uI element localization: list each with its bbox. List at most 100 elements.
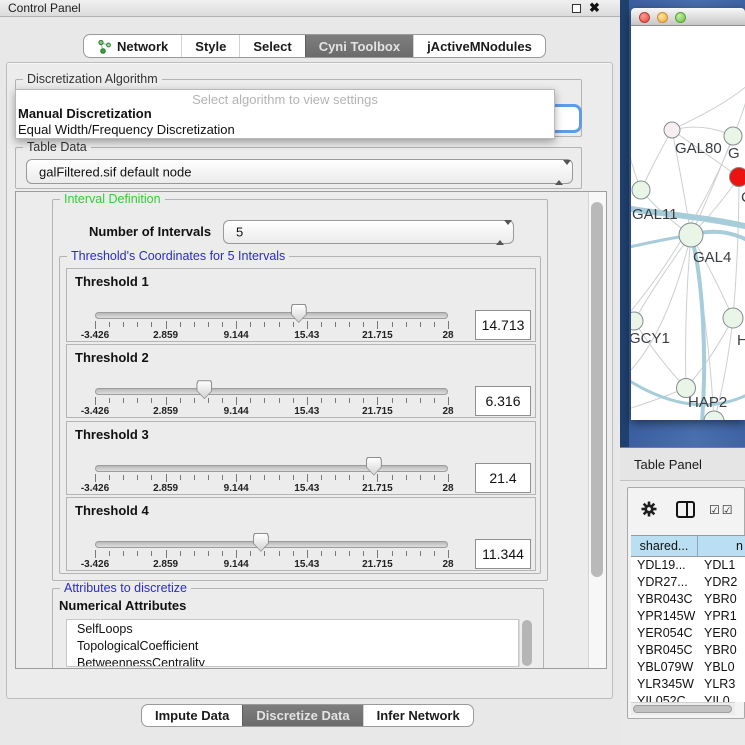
table-row[interactable]: YIL052CYIL0 (631, 693, 745, 702)
slider-track[interactable] (95, 465, 448, 472)
algorithm-dropdown-popup: Select algorithm to view settings Manual… (15, 89, 555, 139)
tab-network[interactable]: Network (84, 35, 181, 57)
tab-jactivemnodules[interactable]: jActiveMNodules (413, 35, 545, 57)
attributes-list-scrollbar[interactable] (519, 619, 533, 667)
algorithm-option-equal-width-frequency-discretization[interactable]: Equal Width/Frequency Discretization (18, 122, 235, 137)
attribute-item-topologicalcoefficient[interactable]: TopologicalCoefficient (77, 639, 198, 653)
table-row[interactable]: YPR145WYPR1 (631, 608, 745, 625)
threshold-value-field[interactable]: 14.713 (475, 310, 531, 340)
network-edge[interactable] (686, 235, 691, 388)
combo-stepper-icon[interactable] (496, 225, 505, 239)
settings-scrollbar[interactable] (588, 192, 606, 668)
tick-label: 2.859 (153, 406, 178, 417)
tick-label: 9.144 (224, 483, 249, 494)
close-traffic-light-icon[interactable] (639, 12, 650, 23)
numerical-attributes-list[interactable]: SelfLoops TopologicalCoefficient Betweenne… (66, 619, 519, 667)
number-of-intervals-combobox[interactable]: 5 (223, 220, 514, 244)
slider-handle[interactable] (291, 304, 307, 323)
table-row[interactable]: YDL19...YDL1 (631, 557, 745, 574)
network-node-gal11[interactable] (632, 181, 650, 199)
algorithm-option-manual-discretization[interactable]: Manual Discretization (18, 106, 152, 121)
slider-track[interactable] (95, 541, 448, 548)
tick-label: 9.144 (224, 330, 249, 341)
tick-label: 21.715 (362, 406, 393, 417)
tab-select[interactable]: Select (239, 35, 304, 57)
zoom-traffic-light-icon[interactable] (675, 12, 686, 23)
close-icon[interactable]: ✖ (589, 0, 600, 16)
network-canvas[interactable]: GAL80GCGAL11GAL4GCY1HHAP2 (631, 26, 745, 420)
tick-label: 28 (442, 483, 453, 494)
tab-cyni-toolbox[interactable]: Cyni Toolbox (305, 35, 413, 57)
network-edge[interactable] (631, 237, 679, 248)
number-of-intervals-value: 5 (236, 225, 243, 240)
threshold-value-field[interactable]: 11.344 (475, 539, 531, 569)
tick-label: 28 (442, 559, 453, 570)
network-edge[interactable] (631, 235, 691, 376)
attribute-item-betweennesscentrality[interactable]: BetweennessCentrality (77, 656, 205, 667)
cell-name: YLR3 (704, 677, 735, 691)
cell-name: YBR0 (704, 592, 737, 606)
table-row[interactable]: YDR27...YDR2 (631, 574, 745, 591)
cell-shared-name: YDL19... (637, 558, 686, 572)
column-header-name[interactable]: n (698, 535, 745, 557)
control-panel-tabbar: NetworkStyleSelectCyni Toolbox jActiveMNo… (83, 34, 546, 58)
table-data-combobox[interactable]: galFiltered.sif default node (26, 159, 573, 184)
minimize-traffic-light-icon[interactable] (657, 12, 668, 23)
table-row[interactable]: YBR045CYBR0 (631, 642, 745, 659)
slider-handle[interactable] (366, 457, 382, 476)
combo-stepper-icon[interactable] (555, 165, 564, 179)
tick-label: 15.43 (294, 483, 319, 494)
network-edge[interactable] (641, 130, 672, 190)
network-edge[interactable] (686, 318, 733, 388)
column-header-shared[interactable]: shared... (631, 535, 698, 557)
network-edge[interactable] (733, 177, 739, 318)
node-table[interactable]: YDL19...YDL1YDR27...YDR2YBR043C YBR0 YPR14… (631, 557, 745, 702)
network-edge[interactable] (631, 92, 745, 318)
tab-infer-network[interactable]: Infer Network (363, 705, 473, 726)
network-node-h[interactable] (723, 308, 743, 328)
network-node-gal80[interactable] (664, 122, 680, 138)
network-node-c[interactable] (730, 168, 745, 187)
table-hscrollbar-thumb[interactable] (633, 705, 732, 713)
threshold-label: Threshold 3 (75, 427, 149, 442)
slider-track[interactable] (95, 388, 448, 395)
select-columns-icon[interactable]: ☑☑ (709, 503, 735, 517)
table-row[interactable]: YER054CYER0 (631, 625, 745, 642)
threshold-value-field[interactable]: 6.316 (475, 386, 531, 416)
slider-handle[interactable] (196, 380, 212, 399)
network-window-titlebar[interactable] (631, 8, 745, 26)
network-node[interactable] (704, 411, 724, 420)
threshold-value-field[interactable]: 21.4 (475, 463, 531, 493)
tick-label: 28 (442, 330, 453, 341)
network-node-gal4[interactable] (679, 223, 703, 247)
numerical-attributes-label: Numerical Attributes (59, 598, 186, 613)
table-hscrollbar[interactable] (631, 702, 735, 715)
slider-track[interactable] (95, 312, 448, 319)
network-node-gcy1[interactable] (631, 312, 643, 330)
settings-scrollbar-thumb[interactable] (591, 202, 603, 577)
tick-label: 9.144 (224, 559, 249, 570)
threshold-label: Threshold 2 (75, 350, 149, 365)
tab-impute-data[interactable]: Impute Data (142, 705, 242, 726)
threshold-coordinates-group-title: Threshold's Coordinates for 5 Intervals (67, 249, 289, 263)
threshold-panel-1: Threshold 1-3.4262.8599.14415.4321.71528… (66, 268, 536, 342)
network-edge[interactable] (634, 235, 691, 321)
gear-icon[interactable] (640, 500, 658, 518)
show-columns-icon[interactable] (676, 501, 695, 518)
table-data-group: Table Data galFiltered.sif default node (15, 147, 582, 189)
tab-label: jActiveMNodules (427, 39, 532, 54)
attribute-item-selfloops[interactable]: SelfLoops (77, 622, 133, 636)
slider-handle[interactable] (253, 533, 269, 552)
tab-style[interactable]: Style (181, 35, 239, 57)
table-row[interactable]: YBR043C YBR0 (631, 591, 745, 608)
tick-label: 2.859 (153, 559, 178, 570)
network-edge[interactable] (672, 84, 745, 130)
table-row[interactable]: YBL079WYBL0 (631, 659, 745, 676)
cell-shared-name: YBR043C (637, 592, 693, 606)
table-row[interactable]: YLR345WYLR3 (631, 676, 745, 693)
tab-discretize-data[interactable]: Discretize Data (242, 705, 362, 726)
network-node-g[interactable] (724, 127, 742, 145)
node-label: H (737, 332, 745, 349)
float-window-icon[interactable] (572, 4, 581, 13)
cell-shared-name: YBR045C (637, 643, 693, 657)
